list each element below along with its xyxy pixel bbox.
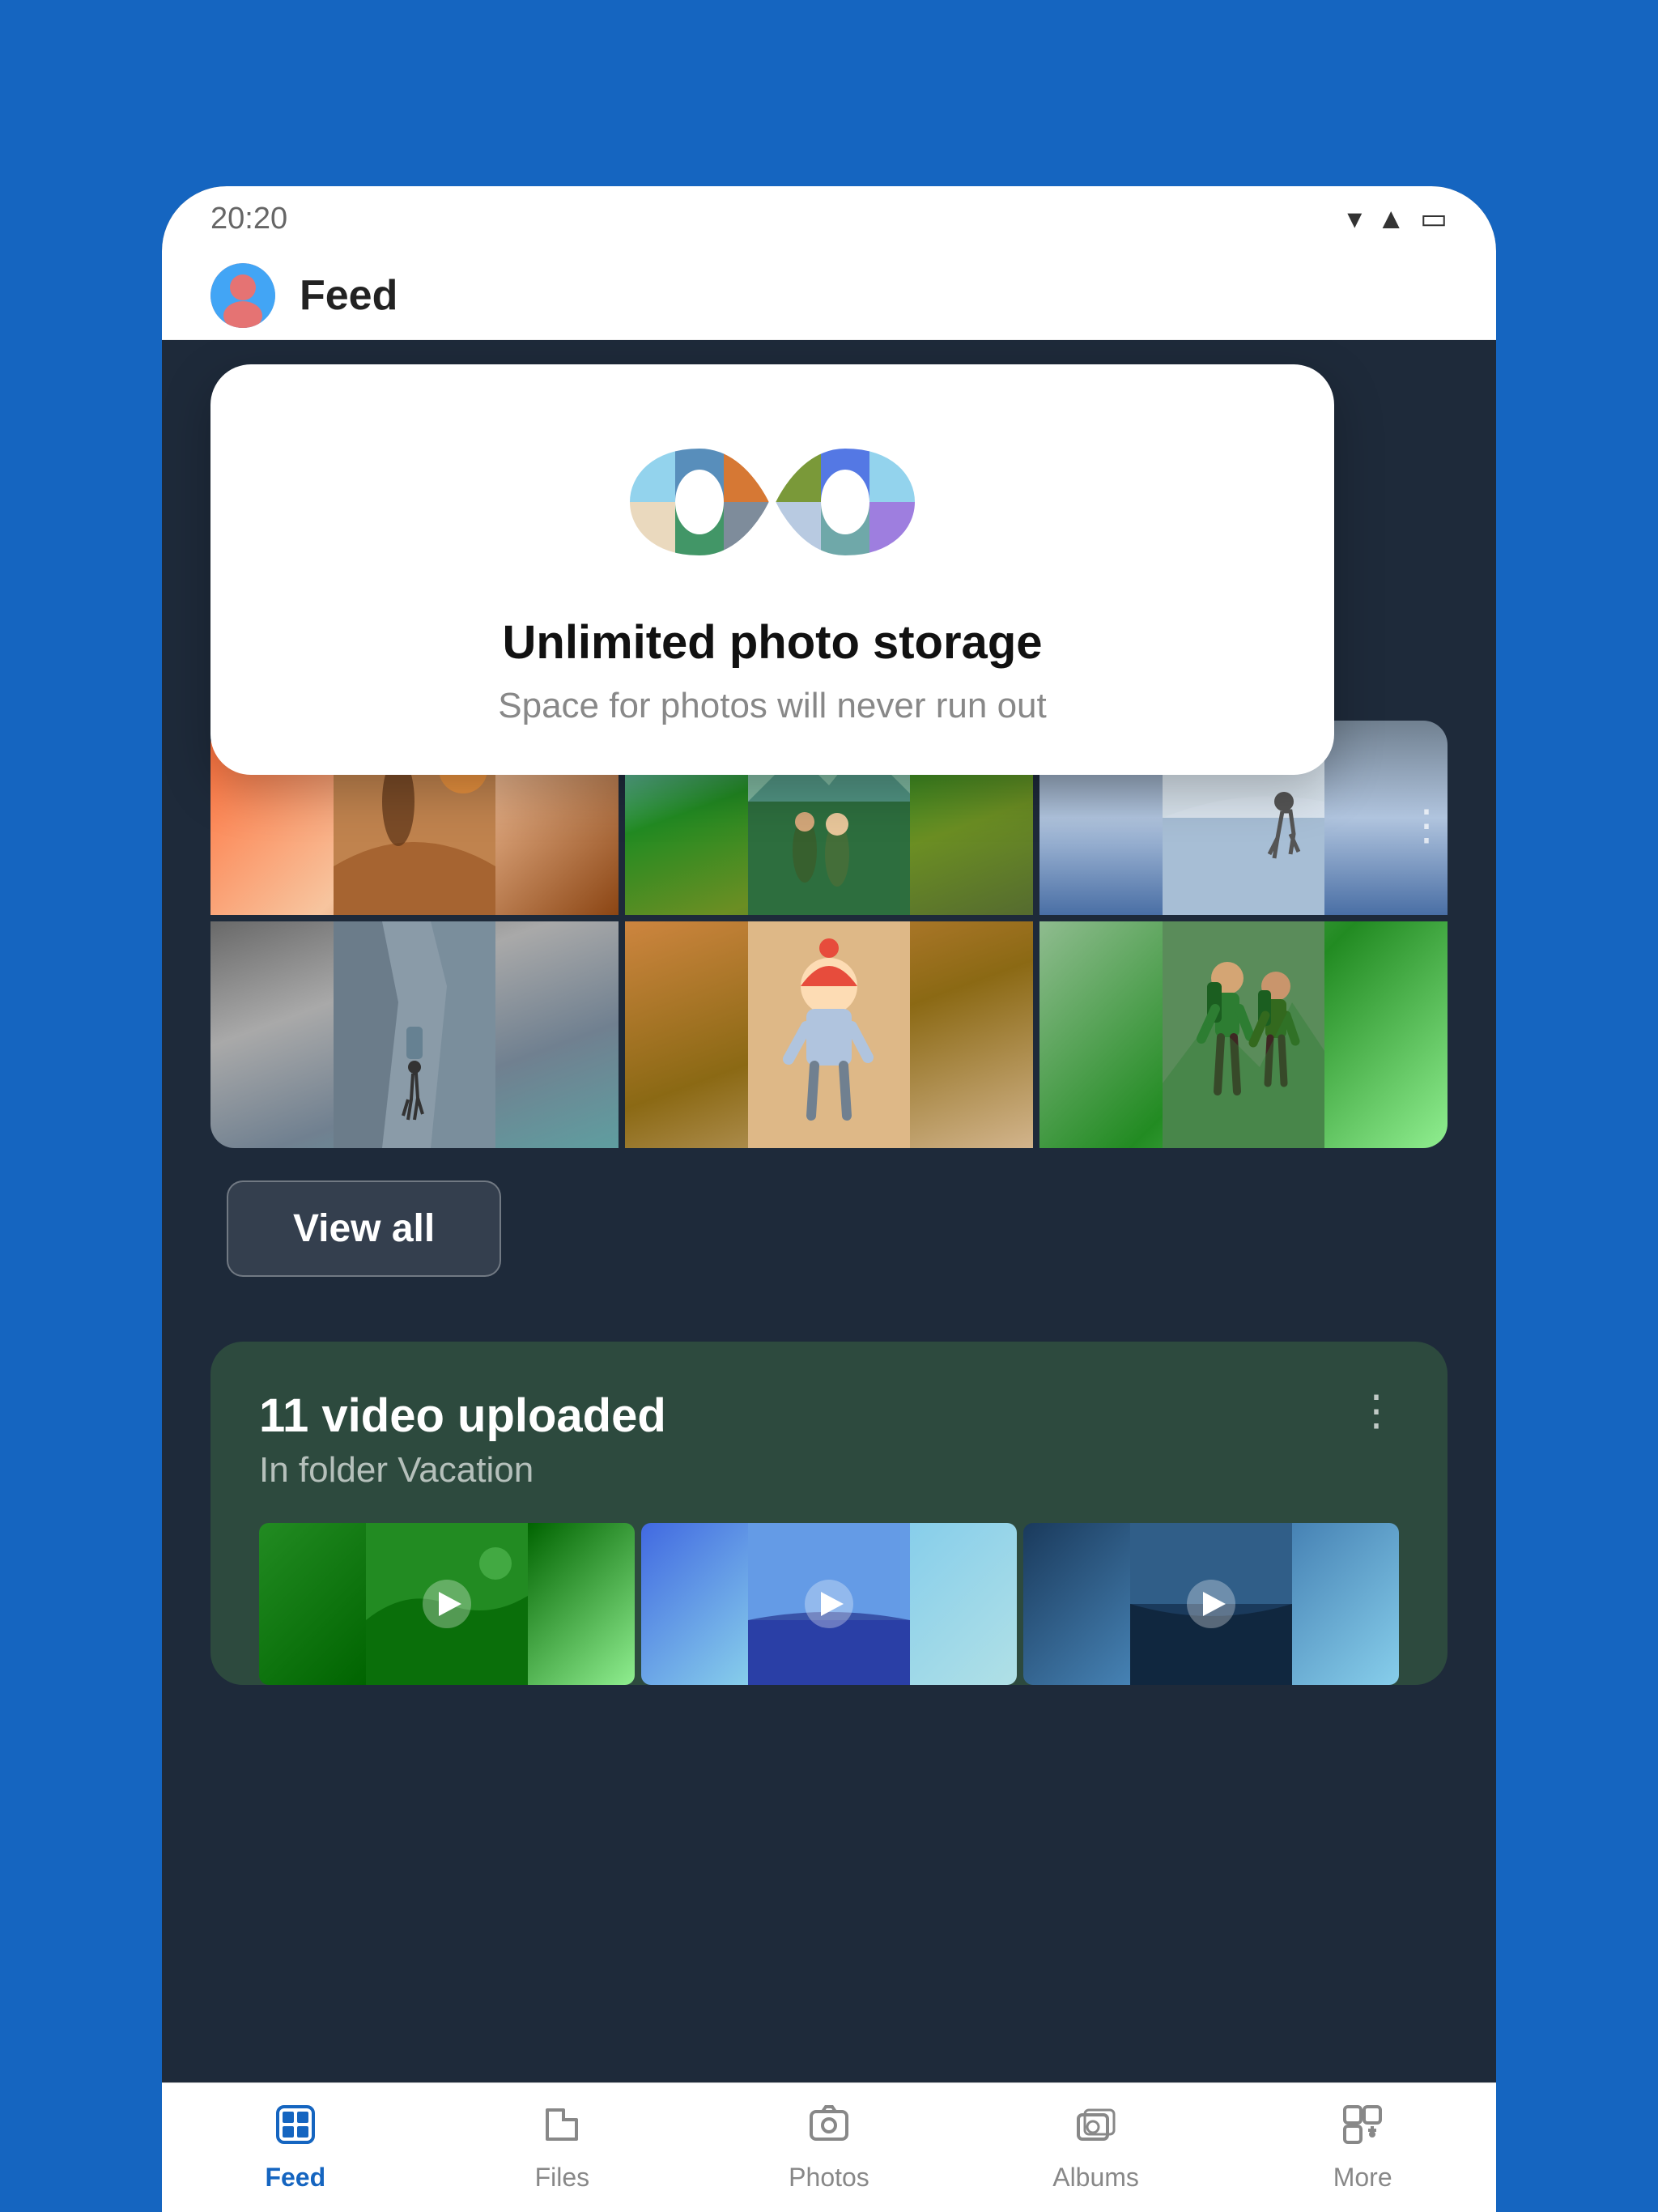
photo-6[interactable] bbox=[1039, 921, 1448, 1148]
photos-menu-button[interactable]: ⋮ bbox=[1405, 802, 1448, 850]
photos-icon bbox=[808, 2104, 850, 2156]
albums-icon bbox=[1075, 2104, 1117, 2156]
more-icon bbox=[1341, 2104, 1384, 2156]
view-all-button[interactable]: View all bbox=[210, 1148, 1448, 1277]
feed-label: Feed bbox=[265, 2163, 325, 2193]
video-thumb-2[interactable] bbox=[641, 1523, 1017, 1685]
video-thumbnails bbox=[259, 1523, 1399, 1685]
nav-item-more[interactable]: More bbox=[1229, 2104, 1496, 2193]
more-label: More bbox=[1333, 2163, 1392, 2193]
photos-grid bbox=[210, 721, 1448, 1148]
nav-item-feed[interactable]: Feed bbox=[162, 2104, 429, 2193]
promo-title: Unlimited photo storage bbox=[259, 615, 1286, 670]
signal-icon: ▲ bbox=[1376, 202, 1405, 236]
files-icon bbox=[541, 2104, 583, 2156]
promo-card: Unlimited photo storage Space for photos… bbox=[210, 364, 1334, 775]
photos-label: Photos bbox=[789, 2163, 869, 2193]
view-all-btn[interactable]: View all bbox=[227, 1180, 501, 1277]
photo-5[interactable] bbox=[625, 921, 1033, 1148]
video-card-subtitle: In folder Vacation bbox=[259, 1450, 666, 1491]
files-label: Files bbox=[535, 2163, 590, 2193]
bottom-nav: Feed Files Photos bbox=[162, 2082, 1496, 2212]
app-header: Feed bbox=[162, 251, 1496, 340]
video-menu-button[interactable]: ⋮ bbox=[1355, 1390, 1399, 1432]
video-thumb-1[interactable] bbox=[259, 1523, 635, 1685]
photo-4[interactable] bbox=[210, 921, 619, 1148]
nav-item-files[interactable]: Files bbox=[429, 2104, 696, 2193]
app-header-title: Feed bbox=[300, 271, 397, 320]
video-thumb-3[interactable] bbox=[1023, 1523, 1399, 1685]
nav-item-photos[interactable]: Photos bbox=[695, 2104, 963, 2193]
infinity-symbol bbox=[259, 421, 1286, 583]
phone-frame: 20:20 ▾ ▲ ▭ Feed bbox=[162, 186, 1496, 2212]
video-card-title: 11 video uploaded bbox=[259, 1390, 666, 1442]
photos-section: View all bbox=[162, 721, 1496, 1309]
scroll-area[interactable]: Unlimited photo storage Space for photos… bbox=[162, 340, 1496, 2212]
battery-icon: ▭ bbox=[1420, 202, 1448, 236]
video-card-text: 11 video uploaded In folder Vacation bbox=[259, 1390, 666, 1491]
status-time: 20:20 bbox=[210, 202, 287, 236]
wifi-icon: ▾ bbox=[1347, 202, 1362, 236]
status-bar: 20:20 ▾ ▲ ▭ bbox=[162, 186, 1496, 251]
nav-item-albums[interactable]: Albums bbox=[963, 2104, 1230, 2193]
video-card-header: 11 video uploaded In folder Vacation ⋮ bbox=[259, 1390, 1399, 1491]
feed-icon bbox=[274, 2104, 317, 2156]
avatar bbox=[210, 263, 275, 328]
promo-subtitle: Space for photos will never run out bbox=[259, 686, 1286, 726]
albums-label: Albums bbox=[1052, 2163, 1139, 2193]
video-card: 11 video uploaded In folder Vacation ⋮ bbox=[210, 1342, 1448, 1685]
status-icons: ▾ ▲ ▭ bbox=[1347, 202, 1448, 236]
